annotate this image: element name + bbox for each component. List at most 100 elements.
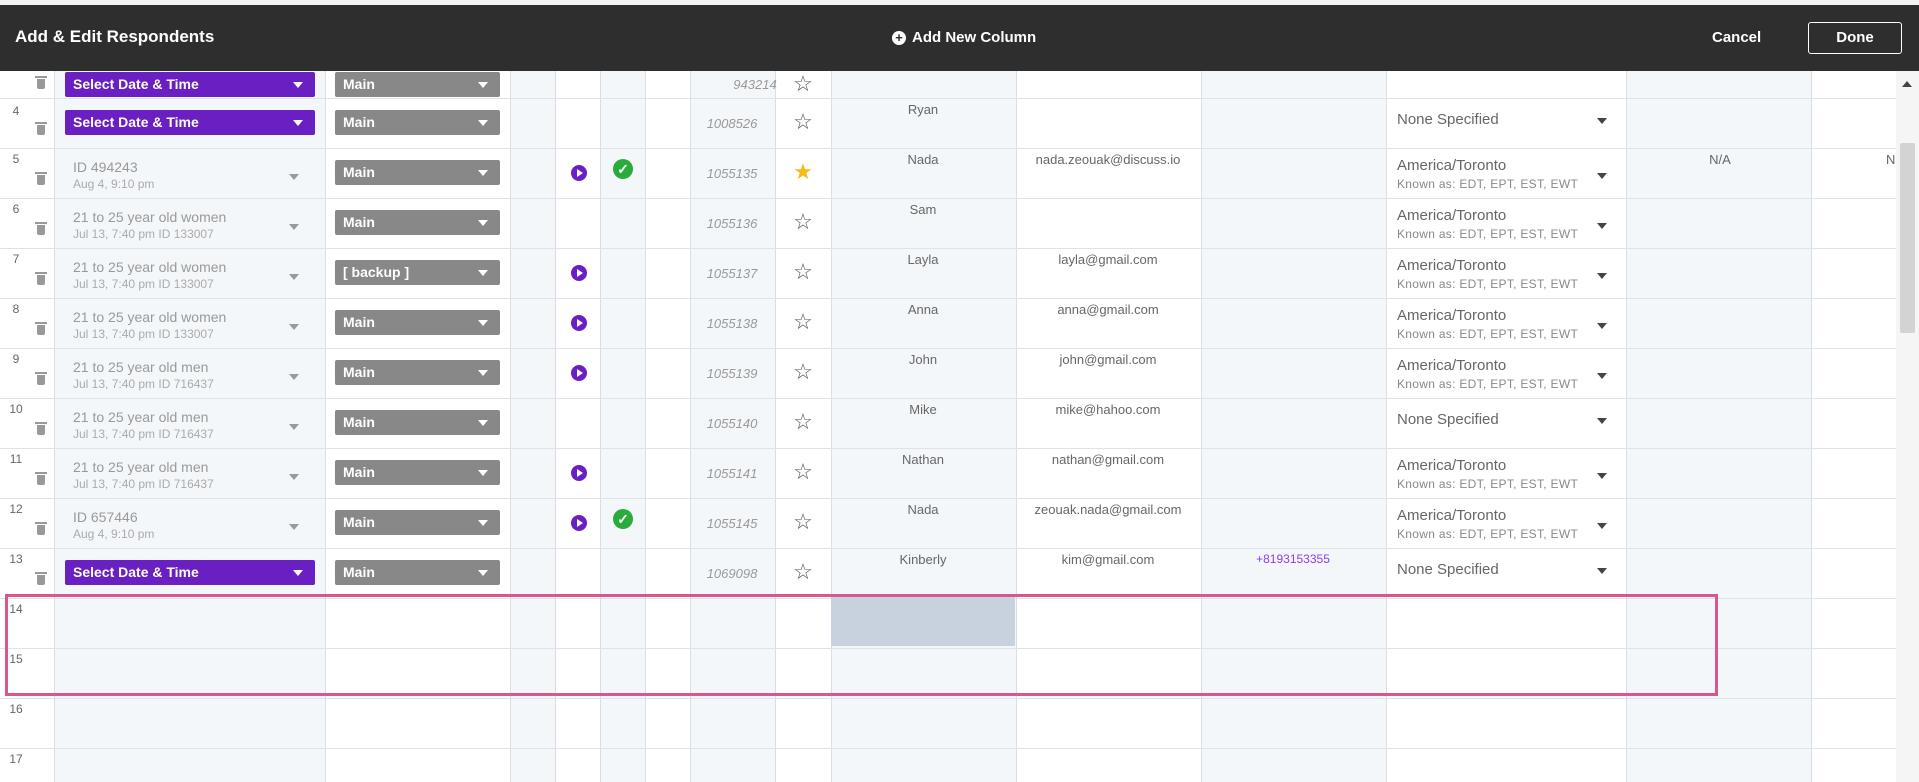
timezone-select[interactable]: America/Toronto Known as: EDT, EPT, EST, … <box>1397 507 1578 541</box>
trash-icon[interactable] <box>35 522 47 536</box>
schedule-cell[interactable]: ID 657446 Aug 4, 9:10 pm <box>73 509 154 541</box>
schedule-cell[interactable]: 21 to 25 year old men Jul 13, 7:40 pm ID … <box>73 359 214 391</box>
timezone-select[interactable]: America/Toronto Known as: EDT, EPT, EST, … <box>1397 257 1578 291</box>
caret-down-icon[interactable] <box>1597 473 1607 479</box>
caret-down-icon[interactable] <box>1597 568 1607 574</box>
timezone-select[interactable]: None Specified <box>1397 411 1499 428</box>
done-button[interactable]: Done <box>1808 22 1902 54</box>
respondent-name[interactable]: Ryan <box>831 102 1015 117</box>
group-select[interactable]: Main <box>335 310 500 335</box>
star-icon[interactable]: ☆ <box>793 411 813 433</box>
table-row[interactable]: 6 21 to 25 year old women Jul 13, 7:40 pm… <box>0 199 1896 249</box>
schedule-cell[interactable]: 21 to 25 year old women Jul 13, 7:40 pm I… <box>73 209 226 241</box>
table-row[interactable]: 10 21 to 25 year old men Jul 13, 7:40 pm … <box>0 399 1896 449</box>
star-icon[interactable]: ☆ <box>793 73 813 95</box>
schedule-cell[interactable]: 21 to 25 year old women Jul 13, 7:40 pm I… <box>73 259 226 291</box>
schedule-select[interactable]: Select Date & Time <box>65 72 315 97</box>
respondent-name[interactable]: Nada <box>831 502 1015 517</box>
extra-cell[interactable]: N/A <box>1670 152 1770 167</box>
trash-icon[interactable] <box>35 422 47 436</box>
schedule-select[interactable]: Select Date & Time <box>65 110 315 135</box>
group-select[interactable]: Main <box>335 510 500 535</box>
respondent-name[interactable]: Nathan <box>831 452 1015 467</box>
scroll-up-arrow-icon[interactable] <box>1902 81 1912 87</box>
play-icon[interactable] <box>571 515 587 531</box>
table-row[interactable]: 17 <box>0 749 1896 782</box>
caret-down-icon[interactable] <box>1597 418 1607 424</box>
trash-icon[interactable] <box>35 172 47 186</box>
table-row[interactable]: 12 ID 657446 Aug 4, 9:10 pm Main ✓ 105514… <box>0 499 1896 549</box>
trash-icon[interactable] <box>35 272 47 286</box>
schedule-cell[interactable]: 21 to 25 year old men Jul 13, 7:40 pm ID … <box>73 459 214 491</box>
respondent-phone[interactable]: +8193153355 <box>1201 552 1385 566</box>
respondent-email[interactable]: nada.zeouak@discuss.io <box>1016 152 1200 167</box>
respondent-email[interactable]: anna@gmail.com <box>1016 302 1200 317</box>
respondent-email[interactable]: john@gmail.com <box>1016 352 1200 367</box>
group-select[interactable]: Main <box>335 410 500 435</box>
respondent-email[interactable]: kim@gmail.com <box>1016 552 1200 567</box>
trash-icon[interactable] <box>35 372 47 386</box>
timezone-select[interactable]: None Specified <box>1397 561 1499 578</box>
star-icon[interactable]: ☆ <box>793 311 813 333</box>
timezone-select[interactable]: America/Toronto Known as: EDT, EPT, EST, … <box>1397 307 1578 341</box>
schedule-cell[interactable]: 21 to 25 year old men Jul 13, 7:40 pm ID … <box>73 409 214 441</box>
caret-down-icon[interactable] <box>289 424 299 430</box>
extra-cell[interactable]: N <box>1886 152 1895 167</box>
star-icon[interactable]: ☆ <box>793 111 813 133</box>
trash-icon[interactable] <box>35 472 47 486</box>
table-row[interactable]: 7 21 to 25 year old women Jul 13, 7:40 pm… <box>0 249 1896 299</box>
add-new-column-button[interactable]: + Add New Column <box>892 29 1036 46</box>
star-icon[interactable]: ☆ <box>793 511 813 533</box>
respondent-name[interactable]: John <box>831 352 1015 367</box>
schedule-cell[interactable]: 21 to 25 year old women Jul 13, 7:40 pm I… <box>73 309 226 341</box>
respondent-name[interactable]: Kinberly <box>831 552 1015 567</box>
caret-down-icon[interactable] <box>289 474 299 480</box>
caret-down-icon[interactable] <box>289 224 299 230</box>
star-icon[interactable]: ☆ <box>793 261 813 283</box>
respondent-email[interactable]: nathan@gmail.com <box>1016 452 1200 467</box>
table-row[interactable]: 9 21 to 25 year old men Jul 13, 7:40 pm I… <box>0 349 1896 399</box>
caret-down-icon[interactable] <box>1597 173 1607 179</box>
table-row[interactable]: 13 Select Date & Time Main 1069098 ☆ Kin… <box>0 549 1896 599</box>
trash-icon[interactable] <box>35 572 47 586</box>
timezone-select[interactable]: America/Toronto Known as: EDT, EPT, EST, … <box>1397 457 1578 491</box>
caret-down-icon[interactable] <box>289 524 299 530</box>
timezone-select[interactable]: America/Toronto Known as: EDT, EPT, EST, … <box>1397 207 1578 241</box>
table-row[interactable]: Select Date & Time Main 943214 ☆ <box>0 71 1896 99</box>
star-icon[interactable]: ☆ <box>793 461 813 483</box>
respondent-email[interactable]: mike@hahoo.com <box>1016 402 1200 417</box>
table-row[interactable]: 16 <box>0 699 1896 749</box>
respondent-email[interactable]: zeouak.nada@gmail.com <box>1016 502 1200 517</box>
caret-down-icon[interactable] <box>289 274 299 280</box>
play-icon[interactable] <box>571 465 587 481</box>
timezone-select[interactable]: America/Toronto Known as: EDT, EPT, EST, … <box>1397 157 1578 191</box>
caret-down-icon[interactable] <box>1597 523 1607 529</box>
vertical-scrollbar[interactable] <box>1896 71 1919 782</box>
group-select[interactable]: Main <box>335 110 500 135</box>
group-select[interactable]: Main <box>335 72 500 97</box>
star-icon[interactable]: ☆ <box>793 361 813 383</box>
timezone-select[interactable]: America/Toronto Known as: EDT, EPT, EST, … <box>1397 357 1578 391</box>
group-select[interactable]: Main <box>335 560 500 585</box>
star-icon[interactable]: ☆ <box>793 561 813 583</box>
caret-down-icon[interactable] <box>1597 223 1607 229</box>
trash-icon[interactable] <box>35 76 47 90</box>
group-select[interactable]: Main <box>335 160 500 185</box>
respondent-name[interactable]: Anna <box>831 302 1015 317</box>
trash-icon[interactable] <box>35 122 47 136</box>
play-icon[interactable] <box>571 165 587 181</box>
caret-down-icon[interactable] <box>289 174 299 180</box>
caret-down-icon[interactable] <box>289 374 299 380</box>
schedule-cell[interactable]: ID 494243 Aug 4, 9:10 pm <box>73 159 154 191</box>
respondent-name[interactable]: Mike <box>831 402 1015 417</box>
star-filled-icon[interactable]: ★ <box>793 161 813 183</box>
table-row[interactable]: 4 Select Date & Time Main 1008526 ☆ Ryan… <box>0 99 1896 149</box>
respondent-name[interactable]: Layla <box>831 252 1015 267</box>
respondent-name[interactable]: Sam <box>831 202 1015 217</box>
caret-down-icon[interactable] <box>1597 273 1607 279</box>
schedule-select[interactable]: Select Date & Time <box>65 560 315 585</box>
group-select[interactable]: [ backup ] <box>335 260 500 285</box>
group-select[interactable]: Main <box>335 360 500 385</box>
respondent-email[interactable]: layla@gmail.com <box>1016 252 1200 267</box>
respondent-name[interactable]: Nada <box>831 152 1015 167</box>
